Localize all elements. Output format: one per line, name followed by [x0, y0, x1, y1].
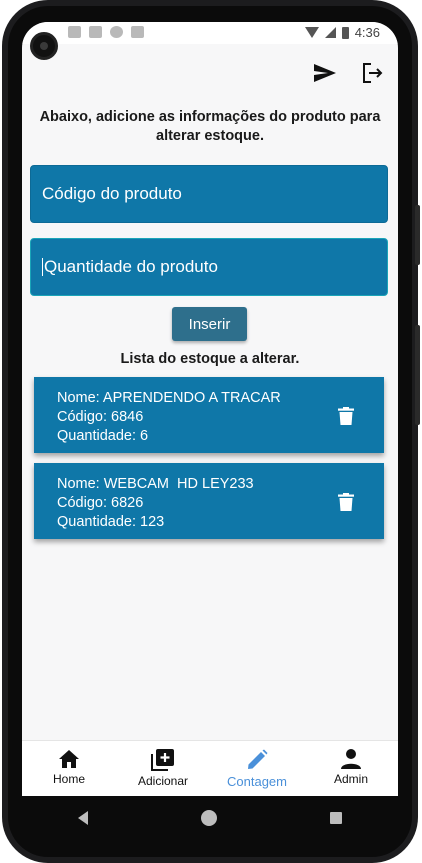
- send-button[interactable]: [312, 60, 338, 86]
- list-item: Nome: WEBCAM HD LEY233 Código: 6826 Quan…: [34, 463, 384, 539]
- power-button: [415, 325, 420, 425]
- nav-contagem[interactable]: Contagem: [210, 741, 304, 796]
- instruction-text: Abaixo, adicione as informações do produ…: [39, 109, 381, 144]
- list-item: Nome: APRENDENDO A TRACAR Código: 6846 Q…: [34, 377, 384, 453]
- mail-icon: [89, 26, 102, 38]
- gear-notification-icon: [68, 26, 81, 38]
- bottom-navigation: Home Adicionar Contagem Admin: [22, 740, 398, 796]
- toolbar: [312, 60, 386, 86]
- logout-button[interactable]: [360, 60, 386, 86]
- item-quantity: Quantidade: 123: [57, 514, 165, 530]
- product-quantity-placeholder: Quantidade do produto: [44, 257, 218, 276]
- app-screen: 4:36 Abaixo, adicione as informações do …: [22, 22, 398, 796]
- list-item-details: Nome: APRENDENDO A TRACAR Código: 6846 Q…: [57, 389, 281, 446]
- item-code: Código: 6826: [57, 495, 144, 511]
- item-name: Nome: APRENDENDO A TRACAR: [57, 390, 281, 406]
- home-circle-icon[interactable]: [200, 810, 217, 826]
- send-icon: [314, 64, 336, 82]
- status-time: 4:36: [354, 25, 380, 40]
- list-item-details: Nome: WEBCAM HD LEY233 Código: 6826 Quan…: [57, 475, 254, 532]
- back-icon[interactable]: [78, 811, 89, 825]
- stock-list-title: Lista do estoque a alterar.: [120, 351, 300, 367]
- add-box-icon: [151, 749, 174, 771]
- delete-icon[interactable]: [338, 493, 354, 511]
- text-caret: [42, 258, 43, 276]
- item-name: Nome: WEBCAM HD LEY233: [57, 476, 254, 492]
- product-quantity-input[interactable]: Quantidade do produto: [30, 238, 388, 296]
- nav-adicionar[interactable]: Adicionar: [116, 741, 210, 796]
- battery-icon: [341, 26, 349, 39]
- status-notifications: [68, 26, 144, 38]
- nav-admin-label: Admin: [333, 772, 368, 786]
- item-quantity: Quantidade: 6: [57, 428, 149, 444]
- person-icon: [341, 749, 361, 769]
- product-code-placeholder: Código do produto: [42, 184, 182, 203]
- nav-adicionar-label: Adicionar: [137, 774, 189, 788]
- nav-home-label: Home: [52, 772, 85, 786]
- nav-admin[interactable]: Admin: [304, 741, 398, 796]
- logout-icon: [363, 63, 383, 83]
- product-code-input[interactable]: Código do produto: [30, 165, 388, 223]
- wifi-icon: [304, 27, 319, 38]
- front-camera: [30, 32, 58, 60]
- volume-button: [415, 205, 420, 265]
- signal-icon: [324, 27, 336, 38]
- pencil-icon: [248, 749, 268, 769]
- sd-card-icon: [131, 26, 144, 38]
- system-navigation-bar: [22, 796, 398, 840]
- nav-home[interactable]: Home: [22, 741, 116, 796]
- circle-notification-icon: [110, 26, 123, 38]
- delete-icon[interactable]: [338, 407, 354, 425]
- status-bar: 4:36: [22, 22, 398, 44]
- home-icon: [59, 750, 79, 768]
- recent-apps-icon[interactable]: [329, 812, 342, 824]
- status-system: 4:36: [304, 25, 380, 40]
- insert-button[interactable]: Inserir: [172, 307, 247, 341]
- item-code: Código: 6846: [57, 409, 144, 425]
- nav-contagem-label: Contagem: [227, 774, 287, 789]
